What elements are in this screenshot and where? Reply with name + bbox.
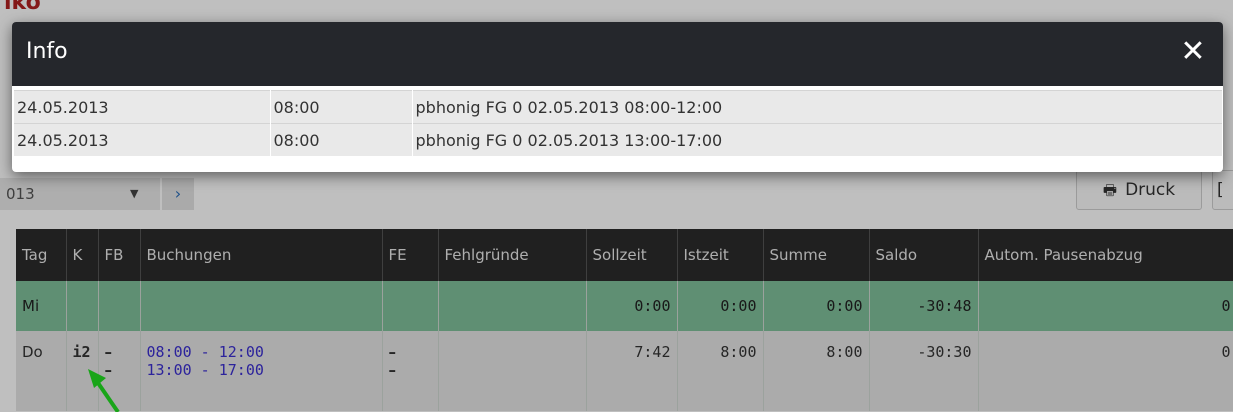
info-entries-table: 24.05.2013 08:00 pbhonig FG 0 02.05.2013…: [14, 90, 1223, 156]
entry-time: 08:00: [270, 90, 413, 124]
close-icon[interactable]: ✕: [1179, 35, 1207, 69]
entry-text: pbhonig FG 0 02.05.2013 13:00-17:00: [412, 123, 1223, 156]
info-entry-row: 24.05.2013 08:00 pbhonig FG 0 02.05.2013…: [14, 90, 1223, 124]
modal-title: Info: [26, 39, 68, 64]
entry-date: 24.05.2013: [14, 90, 271, 124]
modal-header: Info ✕: [12, 22, 1223, 86]
info-entry-row: 24.05.2013 08:00 pbhonig FG 0 02.05.2013…: [14, 123, 1223, 156]
entry-date: 24.05.2013: [14, 123, 271, 156]
info-modal: Info ✕ 24.05.2013 08:00 pbhonig FG 0 02.…: [12, 22, 1223, 172]
entry-text: pbhonig FG 0 02.05.2013 08:00-12:00: [412, 90, 1223, 124]
entry-time: 08:00: [270, 123, 413, 156]
